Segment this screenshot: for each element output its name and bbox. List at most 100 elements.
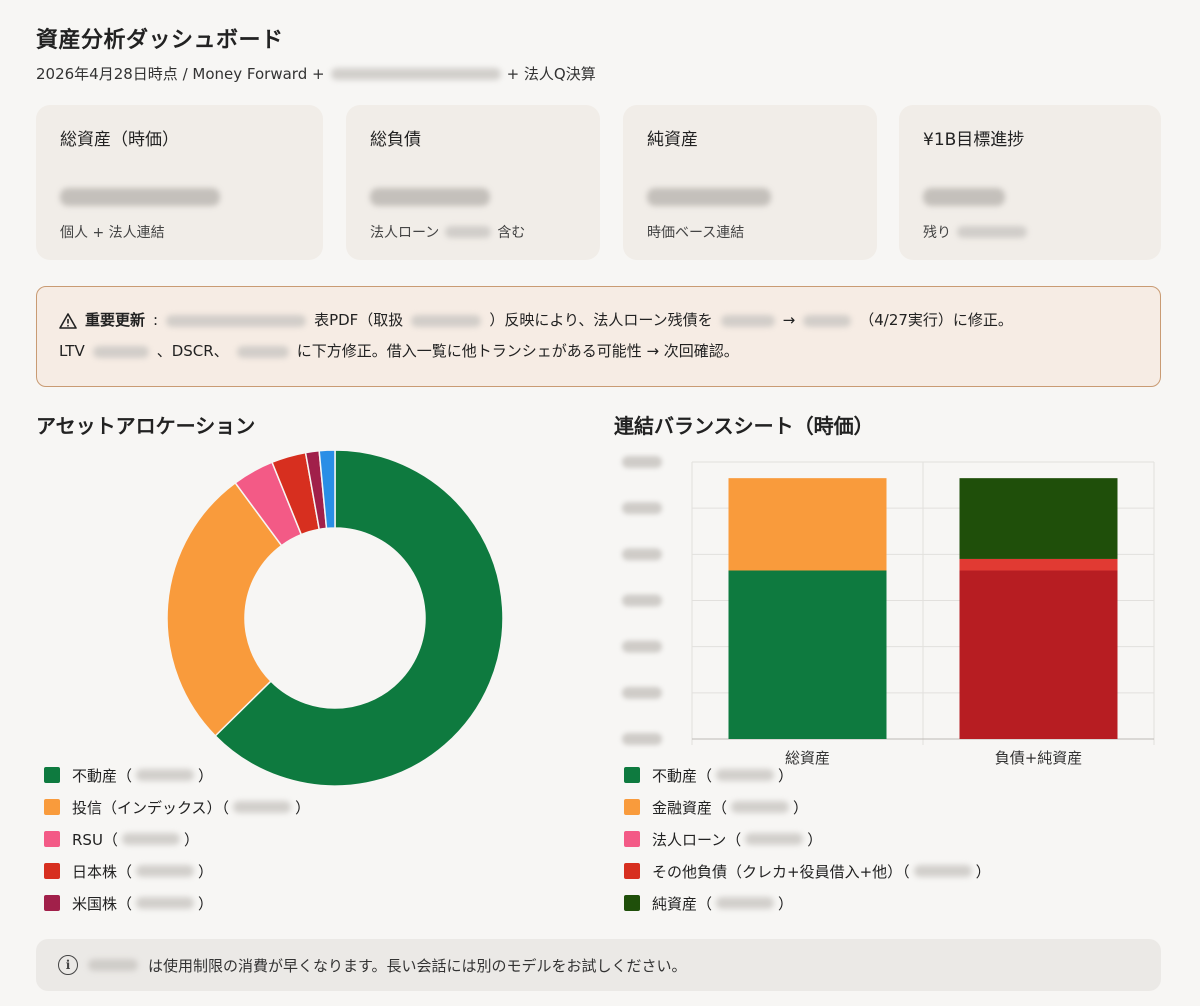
legend-label-suffix: ） [807, 830, 823, 849]
redacted-text [92, 345, 149, 358]
redacted-tick-label [622, 594, 662, 607]
allocation-donut-chart [166, 449, 504, 787]
legend-item[interactable]: 純資産（ ） [624, 887, 991, 919]
kpi-label: 総資産（時価） [60, 130, 179, 150]
bar-segment[interactable] [959, 478, 1118, 559]
x-tick-label: 負債+純資産 [995, 749, 1083, 767]
redacted-text [716, 897, 775, 909]
redacted-value [923, 187, 1005, 206]
redacted-value [370, 187, 490, 206]
kpi-card-net-assets: 純資産 時価ベース連結 [623, 105, 877, 260]
legend-swatch [44, 767, 60, 783]
alert-text: LTV [59, 342, 85, 360]
dashboard-page: 資産分析ダッシュボード 2026年4月28日時点 / Money Forward… [0, 0, 1200, 1006]
kpi-label: 純資産 [647, 130, 698, 150]
redacted-value [60, 187, 220, 206]
redacted-text [720, 314, 775, 327]
redacted-text [88, 959, 138, 971]
bar-segment[interactable] [728, 570, 887, 739]
redacted-text [136, 897, 195, 909]
redacted-text [745, 833, 804, 845]
legend-label-suffix: ） [198, 862, 214, 881]
legend-label-suffix: ） [778, 766, 794, 785]
legend-label: 日本株（ [72, 862, 133, 881]
legend-label: 不動産（ [652, 766, 713, 785]
usage-notice-text: は使用制限の消費が早くなります。長い会話には別のモデルをお試しください。 [148, 956, 687, 975]
legend-label-suffix: ） [975, 862, 991, 881]
legend-label: 不動産（ [72, 766, 133, 785]
redacted-text [330, 67, 501, 80]
alert-text: 表PDF（取扱 [314, 311, 404, 329]
legend-swatch [44, 831, 60, 847]
bar-segment[interactable] [959, 570, 1118, 739]
balance-sheet-legend: 不動産（）金融資産（）法人ローン（）その他負債（クレカ+役員借入+他）（）純資産… [624, 759, 991, 919]
legend-item[interactable]: 日本株（ ） [44, 855, 310, 887]
redacted-text [913, 865, 972, 877]
warning-icon [59, 312, 77, 329]
legend-swatch [624, 863, 640, 879]
info-icon: i [58, 955, 78, 975]
alert-text: に下方修正。借入一覧に他トランシェがある可能性 → 次回確認。 [296, 342, 739, 360]
redacted-text [731, 801, 790, 813]
legend-label-suffix: ） [778, 894, 794, 913]
redacted-tick-label [622, 456, 662, 468]
kpi-card-goal-progress: ¥1B目標進捗 残り [899, 105, 1161, 260]
page-title: 資産分析ダッシュボード [36, 28, 284, 53]
allocation-legend: 不動産（ ） 投信（インデックス）（ ） RSU（ ） 日本株（ ） 米国株（ ） [44, 759, 310, 919]
allocation-title: アセットアロケーション [36, 414, 256, 438]
redacted-value [647, 187, 771, 206]
redacted-text [136, 865, 195, 877]
legend-item[interactable]: 金融資産（ ） [624, 791, 991, 823]
legend-item[interactable]: 法人ローン（ ） [624, 823, 991, 855]
legend-item[interactable]: 不動産（ ） [44, 759, 310, 791]
kpi-sub: 残り [923, 222, 1137, 242]
redacted-text [236, 345, 289, 358]
balance-sheet-title: 連結バランスシート（時価） [614, 414, 874, 438]
kpi-sub-text: 残り [923, 224, 951, 241]
legend-swatch [624, 799, 640, 815]
subtitle-suffix: + 法人Q決算 [506, 65, 596, 83]
legend-swatch [44, 895, 60, 911]
legend-swatch [44, 799, 60, 815]
kpi-sub: 法人ローン 含む [370, 222, 576, 242]
bar-segment[interactable] [959, 558, 1118, 571]
legend-label-suffix: ） [793, 798, 809, 817]
legend-item[interactable]: 投信（インデックス）（ ） [44, 791, 310, 823]
legend-swatch [624, 895, 640, 911]
legend-swatch [44, 863, 60, 879]
redacted-tick-label [622, 548, 662, 561]
legend-item[interactable]: その他負債（クレカ+役員借入+他）（ ） [624, 855, 991, 887]
redacted-text [411, 314, 482, 327]
kpi-sub-text: 法人ローン [370, 224, 440, 241]
legend-label-suffix: ） [183, 830, 199, 849]
legend-item[interactable]: RSU（ ） [44, 823, 310, 855]
redacted-text [136, 769, 195, 781]
kpi-card-total-liabilities: 総負債 法人ローン 含む [346, 105, 600, 260]
legend-swatch [624, 767, 640, 783]
redacted-text [957, 225, 1027, 238]
redacted-text [121, 833, 180, 845]
bar-segment[interactable] [728, 478, 887, 571]
legend-label: 金融資産（ [652, 798, 728, 817]
legend-label: 投信（インデックス）（ [72, 798, 230, 817]
redacted-text [445, 225, 492, 238]
redacted-tick-label [622, 733, 662, 745]
alert-text: （4/27実行）に修正。 [859, 311, 1013, 329]
legend-label: 法人ローン（ [652, 830, 742, 849]
balance-sheet-bar-chart: 総資産 負債+純資産 [622, 456, 1155, 767]
legend-item[interactable]: 不動産（ ） [624, 759, 991, 791]
redacted-tick-label [622, 686, 662, 699]
alert-heading: 重要更新 [85, 311, 146, 329]
legend-label: RSU（ [72, 830, 118, 849]
kpi-sub: 時価ベース連結 [647, 222, 853, 242]
legend-label: 米国株（ [72, 894, 133, 913]
usage-notice: i は使用制限の消費が早くなります。長い会話には別のモデルをお試しください。 [36, 939, 1161, 991]
kpi-label: 総負債 [370, 130, 421, 150]
redacted-text [166, 314, 307, 327]
legend-item[interactable]: 米国株（ ） [44, 887, 310, 919]
arrow-icon: → [782, 311, 796, 329]
kpi-card-total-assets: 総資産（時価） 個人 + 法人連結 [36, 105, 323, 260]
kpi-sub: 個人 + 法人連結 [60, 222, 299, 242]
alert-text: ）反映により、法人ローン残債を [489, 311, 713, 329]
legend-label-suffix: ） [198, 766, 214, 785]
